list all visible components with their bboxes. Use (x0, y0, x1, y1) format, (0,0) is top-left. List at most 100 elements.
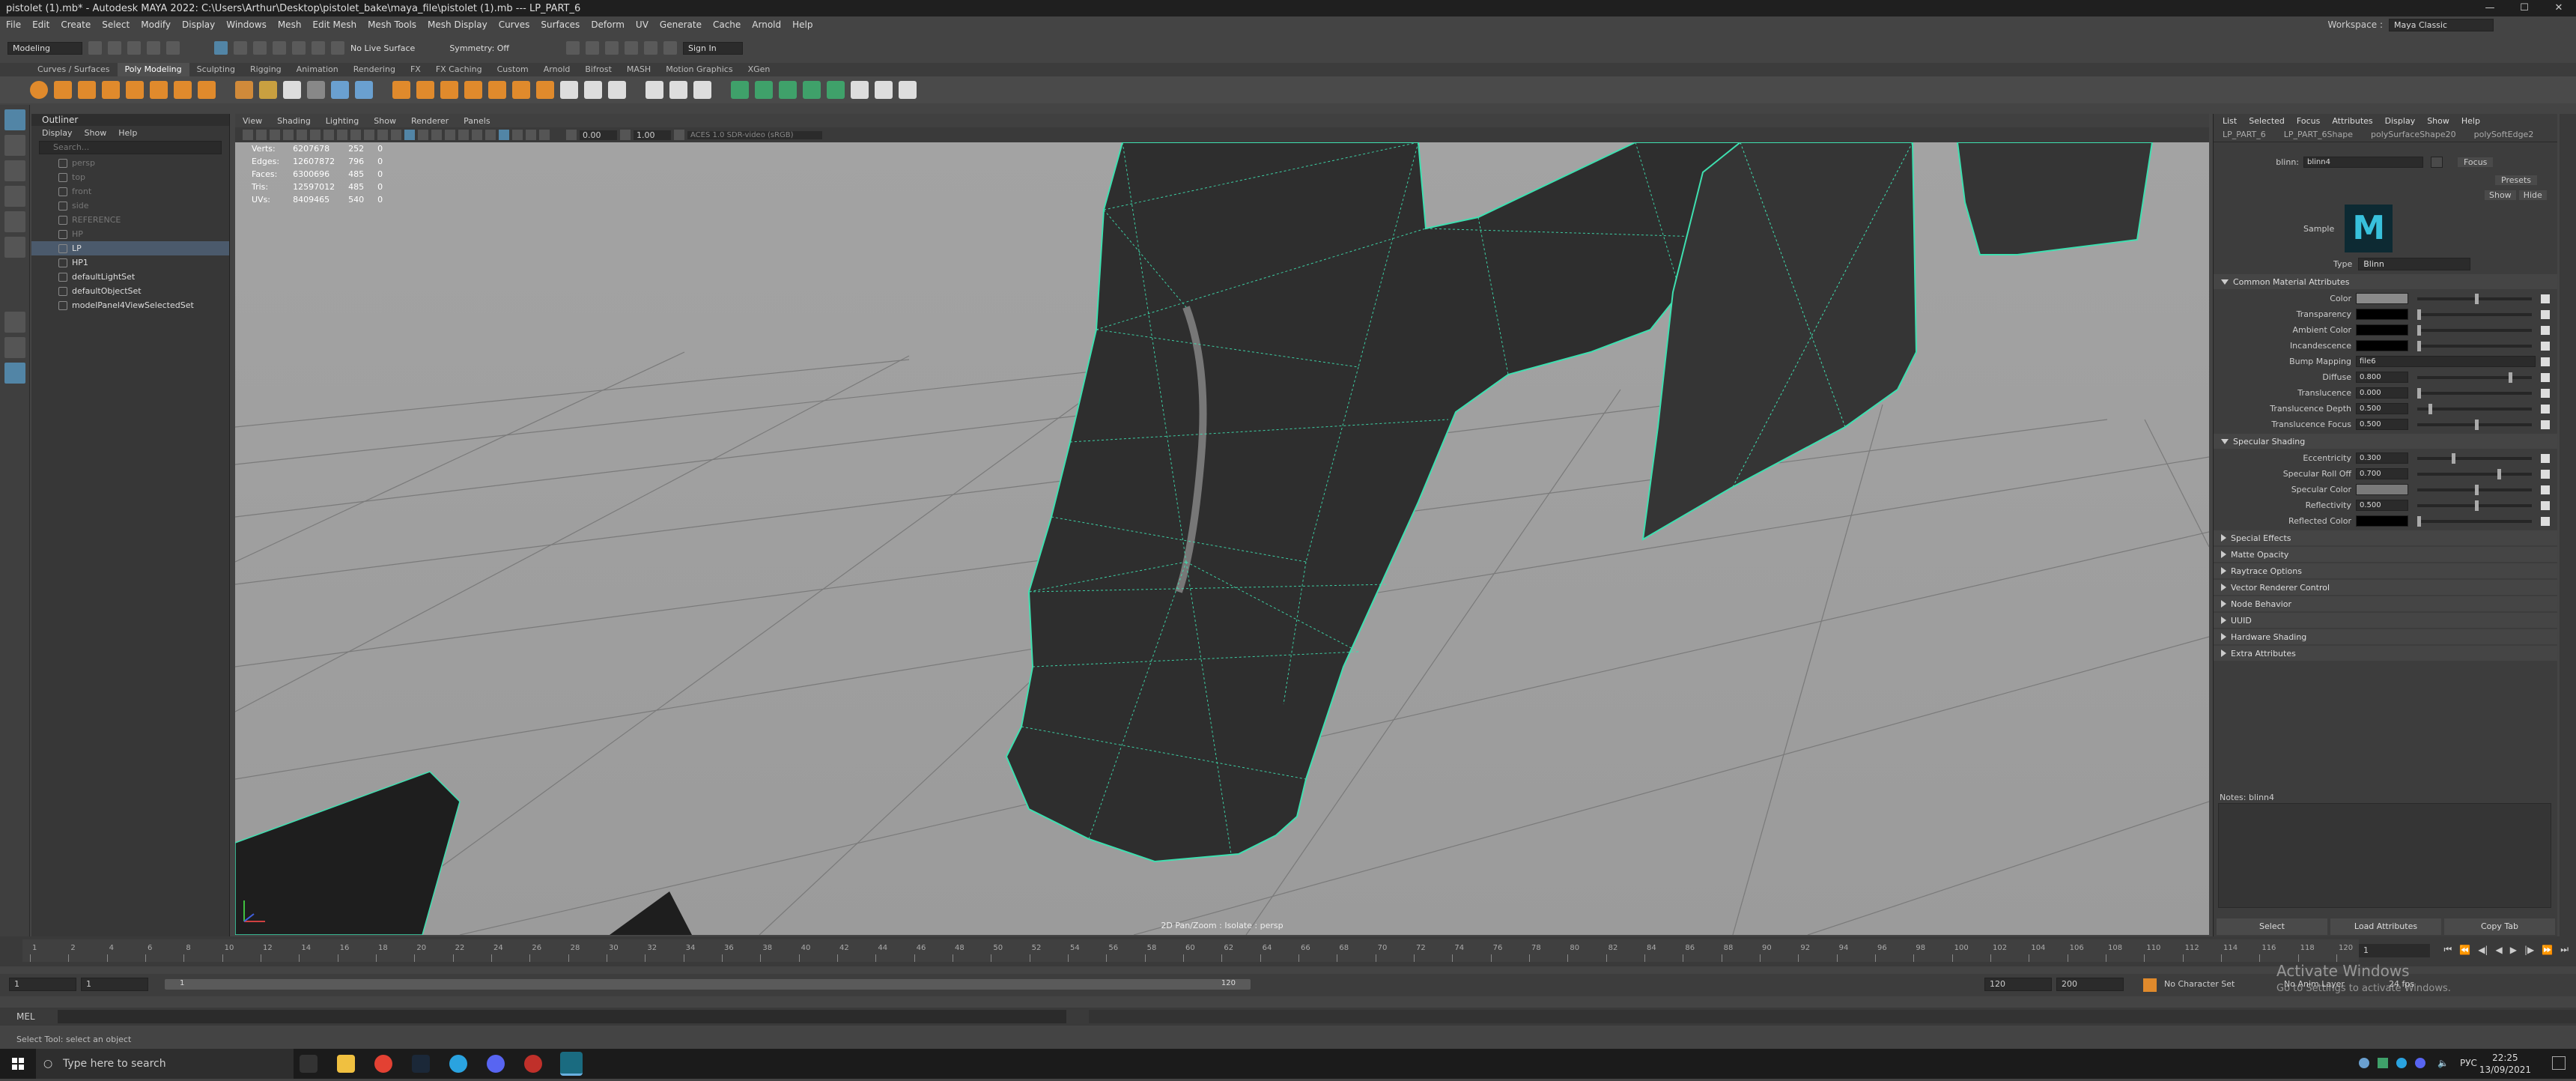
field-chart-icon[interactable] (350, 130, 361, 140)
lasso-tool-icon[interactable] (4, 135, 25, 156)
discord-icon[interactable] (487, 1055, 505, 1073)
attr-slider[interactable] (2417, 324, 2532, 336)
poly-disc-icon[interactable] (174, 81, 192, 99)
textured-icon[interactable] (418, 130, 428, 140)
image-plane-icon[interactable] (283, 130, 294, 140)
outliner-layout-icon[interactable] (4, 363, 25, 384)
bookmark-icon[interactable] (270, 130, 280, 140)
menu-cache[interactable]: Cache (713, 19, 741, 30)
poly-cylinder-icon[interactable] (78, 81, 96, 99)
ae-focus-button[interactable]: Focus (2458, 157, 2494, 167)
task-view-icon[interactable] (300, 1055, 318, 1073)
menu-windows[interactable]: Windows (226, 19, 267, 30)
value-field[interactable]: 0.300 (2356, 452, 2408, 464)
snap-curve-icon[interactable] (273, 41, 286, 55)
remesh-icon[interactable] (512, 81, 530, 99)
slider-handle[interactable] (2428, 403, 2433, 414)
live-surface-label[interactable]: No Live Surface (350, 43, 415, 53)
bevel-icon[interactable] (608, 81, 626, 99)
menu-curves[interactable]: Curves (499, 19, 530, 30)
mirror-icon[interactable] (488, 81, 506, 99)
map-button-icon[interactable] (2541, 453, 2550, 463)
viewport-menu-lighting[interactable]: Lighting (326, 116, 359, 126)
menu-select[interactable]: Select (102, 19, 130, 30)
go-to-start-icon[interactable]: ⏮ (2443, 944, 2452, 955)
scale-tool-icon[interactable] (4, 237, 25, 258)
menu-edit-mesh[interactable]: Edit Mesh (312, 19, 356, 30)
grid-toggle-icon[interactable] (297, 130, 307, 140)
boolean-icon[interactable] (464, 81, 482, 99)
play-backwards-icon[interactable]: ◀ (2495, 945, 2502, 955)
maya-taskbar-icon[interactable] (560, 1052, 583, 1076)
menuset-dropdown[interactable]: Modeling (7, 41, 82, 55)
open-scene-icon[interactable] (108, 41, 121, 55)
shelf-tab-fx-caching[interactable]: FX Caching (428, 63, 490, 76)
smooth-shade-icon[interactable] (391, 130, 401, 140)
menu-edit[interactable]: Edit (32, 19, 49, 30)
ae-tab-poly-surface[interactable]: polySurfaceShape20 (2371, 130, 2456, 139)
slider-handle[interactable] (2417, 387, 2421, 399)
outliner-item[interactable]: side (31, 199, 229, 213)
select-by-object-icon[interactable] (214, 41, 228, 55)
collapsed-section[interactable]: Extra Attributes (2214, 646, 2557, 661)
lights-icon[interactable] (431, 130, 442, 140)
outliner-menu-display[interactable]: Display (42, 128, 73, 138)
redo-icon[interactable] (166, 41, 180, 55)
outliner-item[interactable]: top (31, 170, 229, 184)
notes-textarea[interactable] (2218, 803, 2551, 908)
outliner-item[interactable]: front (31, 184, 229, 199)
maximize-button[interactable]: ☐ (2507, 0, 2542, 16)
attr-slider[interactable] (2417, 452, 2532, 464)
attr-slider[interactable] (2417, 309, 2532, 320)
arnold-render-icon[interactable] (663, 41, 678, 55)
menu-modify[interactable]: Modify (141, 19, 171, 30)
steam-icon[interactable] (412, 1055, 430, 1073)
ae-menu-help[interactable]: Help (2461, 116, 2480, 126)
outliner-menu-help[interactable]: Help (118, 128, 137, 138)
outliner-item[interactable]: HP1 (31, 255, 229, 270)
attr-slider[interactable] (2417, 372, 2532, 383)
unfold-uv-icon[interactable] (899, 81, 917, 99)
step-forward-frame-icon[interactable]: |▶ (2524, 945, 2534, 955)
viewport-panel[interactable]: Verts: 6207678 252 0 Edges: 12607872 796 0 Faces… (235, 142, 2209, 935)
slider-handle[interactable] (2451, 452, 2455, 464)
outliner-item[interactable]: REFERENCE (31, 213, 229, 227)
target-weld-icon[interactable] (669, 81, 687, 99)
outliner-item[interactable]: persp (31, 156, 229, 170)
shelf-tab-animation[interactable]: Animation (289, 63, 346, 76)
viewport-menu-view[interactable]: View (243, 116, 262, 126)
pistol-mesh[interactable] (235, 142, 2154, 935)
map-button-icon[interactable] (2541, 372, 2550, 382)
menu-mesh[interactable]: Mesh (278, 19, 302, 30)
menu-deform[interactable]: Deform (591, 19, 625, 30)
attr-slider[interactable] (2417, 293, 2532, 304)
tray-app-icon[interactable] (2378, 1058, 2388, 1068)
map-button-icon[interactable] (2541, 309, 2550, 319)
ae-input-connection-icon[interactable] (2431, 156, 2443, 168)
smooth-icon[interactable] (440, 81, 458, 99)
ae-select-button[interactable]: Select (2217, 918, 2327, 935)
opera-icon[interactable] (524, 1055, 542, 1073)
rotate-tool-icon[interactable] (4, 211, 25, 232)
snap-plane-icon[interactable] (312, 41, 325, 55)
ae-show-button[interactable]: Show (2485, 190, 2516, 200)
outliner-item[interactable]: modelPanel4ViewSelectedSet (31, 298, 229, 312)
multi-cut-icon[interactable] (645, 81, 663, 99)
value-field[interactable]: 0.500 (2356, 500, 2408, 511)
ae-tab-shape[interactable]: LP_PART_6Shape (2284, 130, 2353, 139)
shelf-tab-xgen[interactable]: XGen (741, 63, 778, 76)
connect-icon[interactable] (693, 81, 711, 99)
outliner-item[interactable]: HP (31, 227, 229, 241)
color-swatch[interactable] (2356, 515, 2408, 527)
value-field[interactable]: 0.500 (2356, 419, 2408, 430)
menu-help[interactable]: Help (792, 19, 812, 30)
wireframe-icon[interactable] (377, 130, 388, 140)
command-input[interactable] (57, 1010, 1066, 1023)
map-button-icon[interactable] (2541, 469, 2550, 479)
taskbar-search-input[interactable]: Type here to search (36, 1049, 294, 1079)
ae-menu-focus[interactable]: Focus (2297, 116, 2320, 126)
svg-tool-icon[interactable] (307, 81, 325, 99)
notifications-icon[interactable] (2552, 1056, 2566, 1070)
tray-telegram-icon[interactable] (2396, 1058, 2407, 1068)
automatic-map-icon[interactable] (827, 81, 845, 99)
